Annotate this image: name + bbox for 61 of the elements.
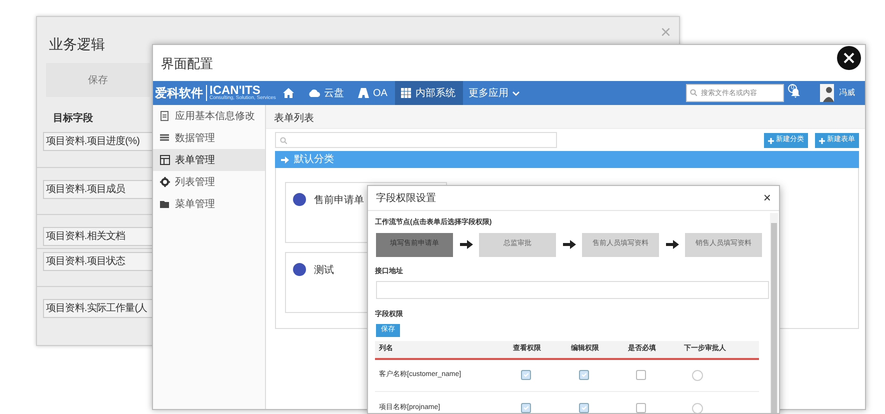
- road-icon: [358, 88, 369, 98]
- close-button[interactable]: ×: [763, 188, 771, 208]
- search-icon: [690, 89, 697, 96]
- field-value: 项目资料.项目成员: [43, 180, 152, 198]
- card-title: 售前申请单: [314, 194, 364, 208]
- sidebar-item[interactable]: 表单管理: [153, 149, 265, 171]
- arrow-icon: [562, 240, 576, 249]
- nav-menu[interactable]: 更多应用: [463, 81, 526, 105]
- search-field[interactable]: [275, 132, 557, 148]
- cloud-icon: [308, 89, 320, 97]
- home-icon: [283, 88, 294, 98]
- user-name[interactable]: 冯威: [839, 87, 855, 99]
- nav-tab[interactable]: 内部系统: [395, 81, 464, 105]
- input-field[interactable]: [376, 281, 769, 299]
- section-label: 目标字段: [53, 111, 93, 126]
- list-icon: [160, 133, 170, 143]
- logo-text: ICAN'ITS: [210, 85, 260, 96]
- card-title: 测试: [314, 264, 334, 278]
- field-value: 项目资料.实际工作量(人: [43, 298, 152, 318]
- brand-name: 爱科软件: [154, 85, 203, 102]
- document-icon: [160, 111, 170, 121]
- radio-button[interactable]: [692, 370, 703, 381]
- dialog-title: 字段权限设置: [376, 192, 436, 206]
- window-title: 界面配置: [161, 55, 213, 73]
- checkbox[interactable]: [521, 402, 531, 413]
- window-title: 业务逻辑: [49, 36, 105, 53]
- checkbox[interactable]: [636, 370, 646, 380]
- breadcrumb-title: 表单列表: [266, 105, 865, 129]
- checkbox[interactable]: [521, 370, 531, 380]
- gear-icon: [160, 177, 170, 187]
- plus-icon: [819, 138, 825, 144]
- arrow-icon: [281, 156, 289, 164]
- sidebar-item[interactable]: 数据管理: [153, 127, 265, 149]
- dot-icon: [293, 193, 306, 206]
- checkbox[interactable]: [579, 370, 589, 380]
- sidebar-item[interactable]: 菜单管理: [153, 193, 265, 215]
- close-icon[interactable]: [837, 46, 861, 70]
- sidebar-item[interactable]: 列表管理: [153, 171, 265, 193]
- dot-icon: [293, 263, 306, 276]
- field-value: 项目资料.项目进度(%): [43, 132, 152, 151]
- plus-icon: [768, 138, 774, 144]
- category-header[interactable]: 默认分类: [275, 151, 859, 168]
- checkbox[interactable]: [579, 402, 589, 413]
- avatar-icon: [820, 84, 834, 102]
- folder-icon: [160, 199, 170, 209]
- nav-tab[interactable]: OA: [352, 81, 396, 105]
- radio-button[interactable]: [692, 402, 703, 413]
- search-icon: [280, 136, 287, 144]
- nav-tab[interactable]: 云盘: [302, 81, 352, 105]
- arrow-icon: [460, 240, 472, 249]
- checkbox[interactable]: [636, 402, 646, 413]
- scrollbar[interactable]: [770, 213, 778, 413]
- caret-icon: [512, 90, 520, 96]
- field-value: 项目资料.相关文档: [43, 226, 152, 246]
- bell-icon[interactable]: [791, 88, 800, 98]
- arrow-icon: [666, 240, 678, 249]
- save-button[interactable]: 保存: [46, 63, 150, 97]
- field-value: 项目资料.项目状态: [43, 252, 152, 270]
- table-icon: [160, 155, 170, 165]
- grid-icon: [401, 88, 412, 98]
- sidebar-item[interactable]: 应用基本信息修改: [153, 105, 265, 127]
